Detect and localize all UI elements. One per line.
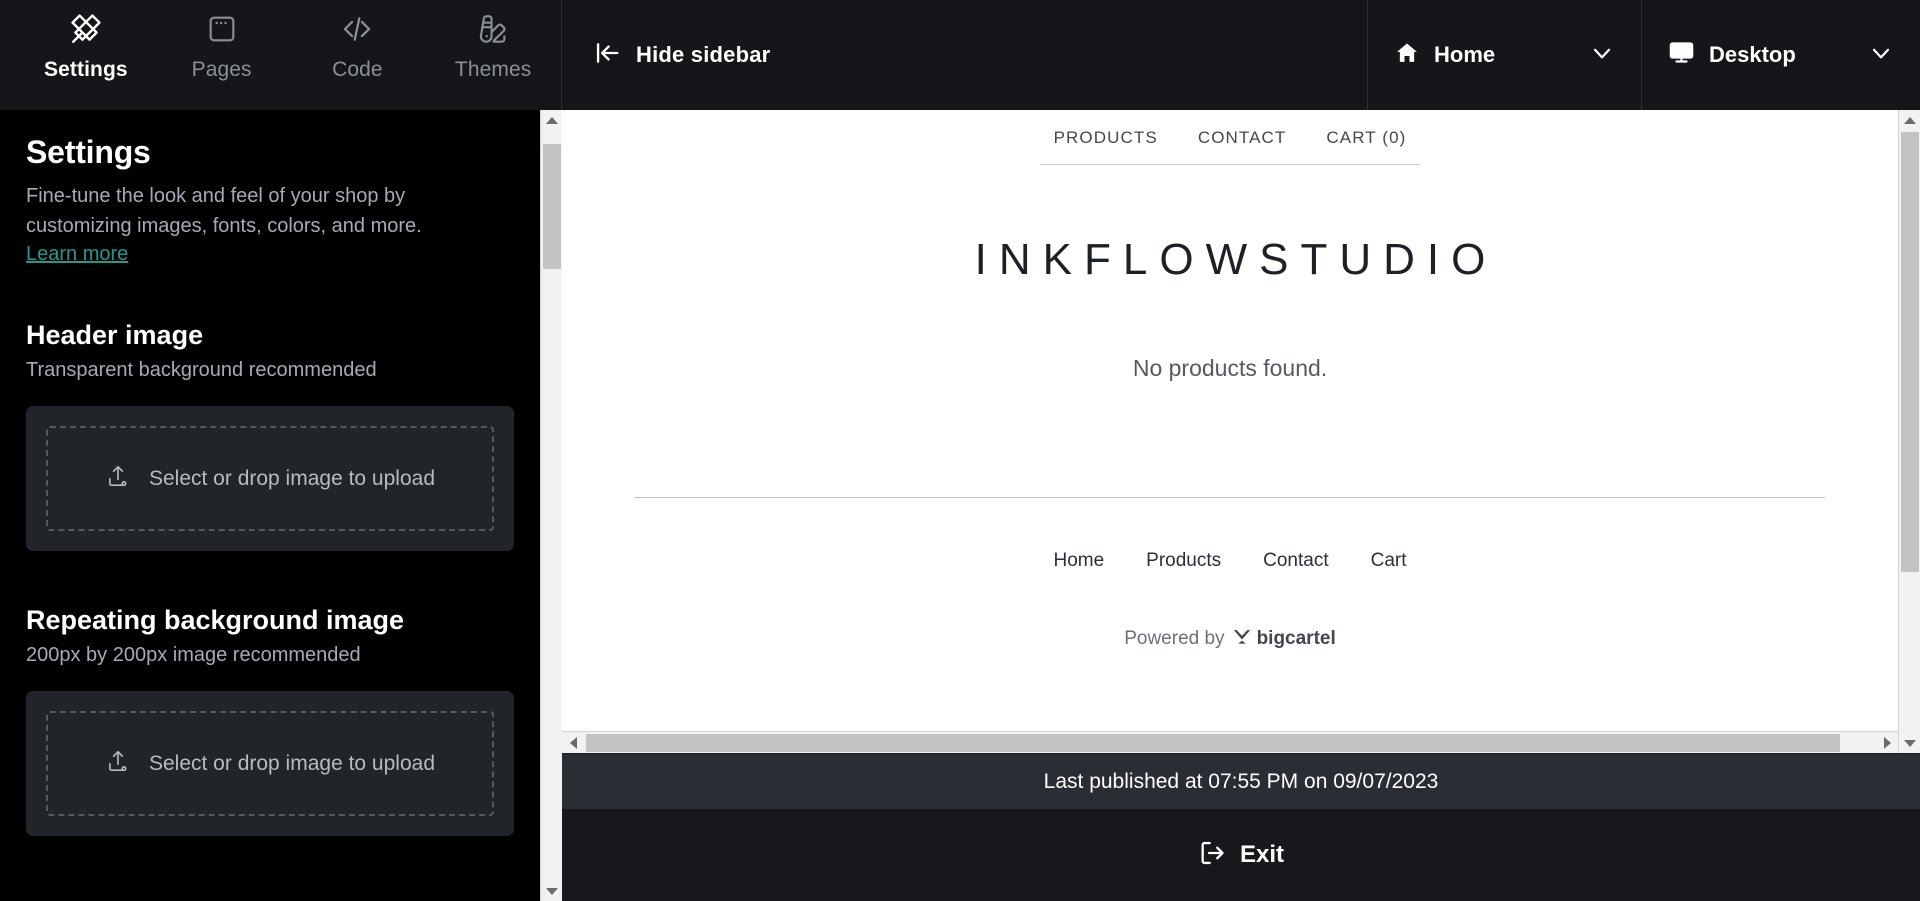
page-selector-label: Home (1434, 42, 1496, 67)
preview-scroll-down-button[interactable] (1899, 733, 1920, 753)
tab-pages[interactable]: Pages (154, 0, 290, 82)
section-repeating-background: Repeating background image 200px by 200p… (26, 605, 514, 836)
triangle-down-icon (1903, 739, 1916, 747)
powered-by-prefix: Powered by (1124, 628, 1225, 649)
header-image-dropzone-label: Select or drop image to upload (148, 466, 435, 490)
tab-code[interactable]: Code (290, 0, 426, 82)
repeating-background-upload-card: Select or drop image to upload (26, 691, 514, 836)
preview-horizontal-scrollbar[interactable] (562, 731, 1898, 753)
storefront-nav-divider (1040, 164, 1420, 165)
preview-scroll-left-button[interactable] (562, 732, 584, 754)
device-selector[interactable]: Desktop (1642, 0, 1920, 110)
storefront-footer-home[interactable]: Home (1053, 550, 1104, 572)
preview-scroll-right-button[interactable] (1876, 732, 1898, 754)
page-title: Settings (26, 134, 151, 170)
powered-by: Powered by bigcartel (562, 628, 1898, 650)
repeating-background-dropzone[interactable]: Select or drop image to upload (46, 711, 494, 816)
sidebar-scroll-up-button[interactable] (541, 110, 563, 130)
triangle-right-icon (1883, 736, 1891, 749)
settings-sidebar: Settings Fine-tune the look and feel of … (0, 110, 562, 901)
preview-vscroll-thumb[interactable] (1900, 132, 1919, 572)
storefront-nav: PRODUCTS CONTACT CART (0) (562, 128, 1898, 148)
sidebar-scroll-track[interactable] (541, 130, 563, 881)
tab-code-label: Code (332, 58, 383, 81)
hide-sidebar-label: Hide sidebar (636, 42, 771, 67)
sidebar-scrollbar[interactable] (540, 110, 562, 901)
bigcartel-brand-label: bigcartel (1256, 628, 1336, 649)
storefront-footer-nav: Home Products Contact Cart (562, 550, 1898, 572)
preview-hscroll-thumb[interactable] (586, 733, 1840, 752)
preview-stage: PRODUCTS CONTACT CART (0) INKFLOWSTUDIO … (562, 110, 1898, 753)
section-repeating-background-title: Repeating background image (26, 605, 405, 635)
bigcartel-logo-icon (1233, 628, 1251, 650)
settings-sidebar-content: Settings Fine-tune the look and feel of … (0, 110, 540, 901)
storefront-footer-contact[interactable]: Contact (1263, 550, 1328, 572)
exit-label: Exit (1239, 841, 1284, 868)
design-tools-icon (69, 8, 103, 50)
preview-vertical-scrollbar[interactable] (1898, 110, 1920, 753)
last-published-text: Last published at 07:55 PM on 09/07/2023 (1043, 769, 1439, 793)
tab-themes[interactable]: Themes (425, 0, 561, 82)
storefront-footer-products[interactable]: Products (1146, 550, 1221, 572)
section-header-image: Header image Transparent background reco… (26, 320, 514, 551)
upload-icon (105, 463, 131, 494)
storefront-title: INKFLOWSTUDIO (974, 235, 1498, 284)
main-body: Settings Fine-tune the look and feel of … (0, 110, 1920, 901)
theme-customizer-app: Settings Pages Code Themes Hide sidebar … (0, 0, 1920, 901)
triangle-left-icon (569, 736, 577, 749)
tab-settings-label: Settings (44, 58, 128, 81)
panel-description: Fine-tune the look and feel of your shop… (26, 185, 422, 237)
chevron-down-icon (1868, 40, 1894, 71)
bigcartel-brand[interactable]: bigcartel (1233, 628, 1336, 650)
upload-icon (105, 748, 131, 779)
tool-tabs: Settings Pages Code Themes (0, 0, 562, 110)
storefront-footer-cart[interactable]: Cart (1371, 550, 1407, 572)
preview-column: PRODUCTS CONTACT CART (0) INKFLOWSTUDIO … (562, 110, 1920, 901)
section-repeating-background-subtitle: 200px by 200px image recommended (26, 644, 361, 666)
logout-icon (1198, 839, 1226, 872)
storefront-footer-divider (635, 497, 1825, 498)
collapse-left-icon (594, 39, 622, 72)
preview-scroll-up-button[interactable] (1899, 110, 1920, 130)
repeating-background-dropzone-label: Select or drop image to upload (148, 751, 435, 775)
browser-window-icon (206, 8, 238, 50)
triangle-up-icon (545, 116, 558, 124)
hide-sidebar-button[interactable]: Hide sidebar (562, 0, 1368, 110)
preview-wrapper: PRODUCTS CONTACT CART (0) INKFLOWSTUDIO … (562, 110, 1920, 753)
device-selector-label: Desktop (1709, 42, 1796, 67)
header-image-upload-card: Select or drop image to upload (26, 406, 514, 551)
page-selector[interactable]: Home (1368, 0, 1642, 110)
tab-themes-label: Themes (454, 58, 532, 81)
storefront-nav-cart[interactable]: CART (0) (1326, 128, 1406, 148)
monitor-icon (1668, 39, 1695, 71)
sidebar-scroll-down-button[interactable] (541, 881, 563, 901)
top-toolbar: Settings Pages Code Themes Hide sidebar … (0, 0, 1920, 110)
tab-settings[interactable]: Settings (18, 0, 154, 82)
tab-pages-label: Pages (191, 58, 252, 81)
exit-button[interactable]: Exit (1198, 839, 1284, 872)
chevron-down-icon (1589, 40, 1615, 71)
triangle-down-icon (545, 887, 558, 895)
storefront-nav-contact[interactable]: CONTACT (1198, 128, 1287, 148)
storefront-empty-message: No products found. (1132, 355, 1328, 381)
learn-more-link[interactable]: Learn more (26, 243, 128, 266)
code-brackets-icon (340, 8, 374, 50)
preview-hscroll-track[interactable] (584, 732, 1876, 754)
color-swatch-icon (477, 8, 509, 50)
storefront-nav-products[interactable]: PRODUCTS (1054, 128, 1158, 148)
sidebar-scroll-thumb[interactable] (542, 144, 561, 269)
triangle-up-icon (1903, 116, 1916, 124)
preview-vscroll-track[interactable] (1899, 130, 1920, 733)
header-image-dropzone[interactable]: Select or drop image to upload (46, 426, 494, 531)
exit-bar: Exit (562, 809, 1920, 901)
last-published-bar: Last published at 07:55 PM on 09/07/2023 (562, 753, 1920, 809)
section-header-image-subtitle: Transparent background recommended (26, 359, 377, 381)
storefront-page: PRODUCTS CONTACT CART (0) INKFLOWSTUDIO … (562, 110, 1898, 650)
section-header-image-title: Header image (26, 320, 204, 350)
storefront-preview[interactable]: PRODUCTS CONTACT CART (0) INKFLOWSTUDIO … (562, 110, 1898, 731)
home-icon (1394, 40, 1420, 71)
